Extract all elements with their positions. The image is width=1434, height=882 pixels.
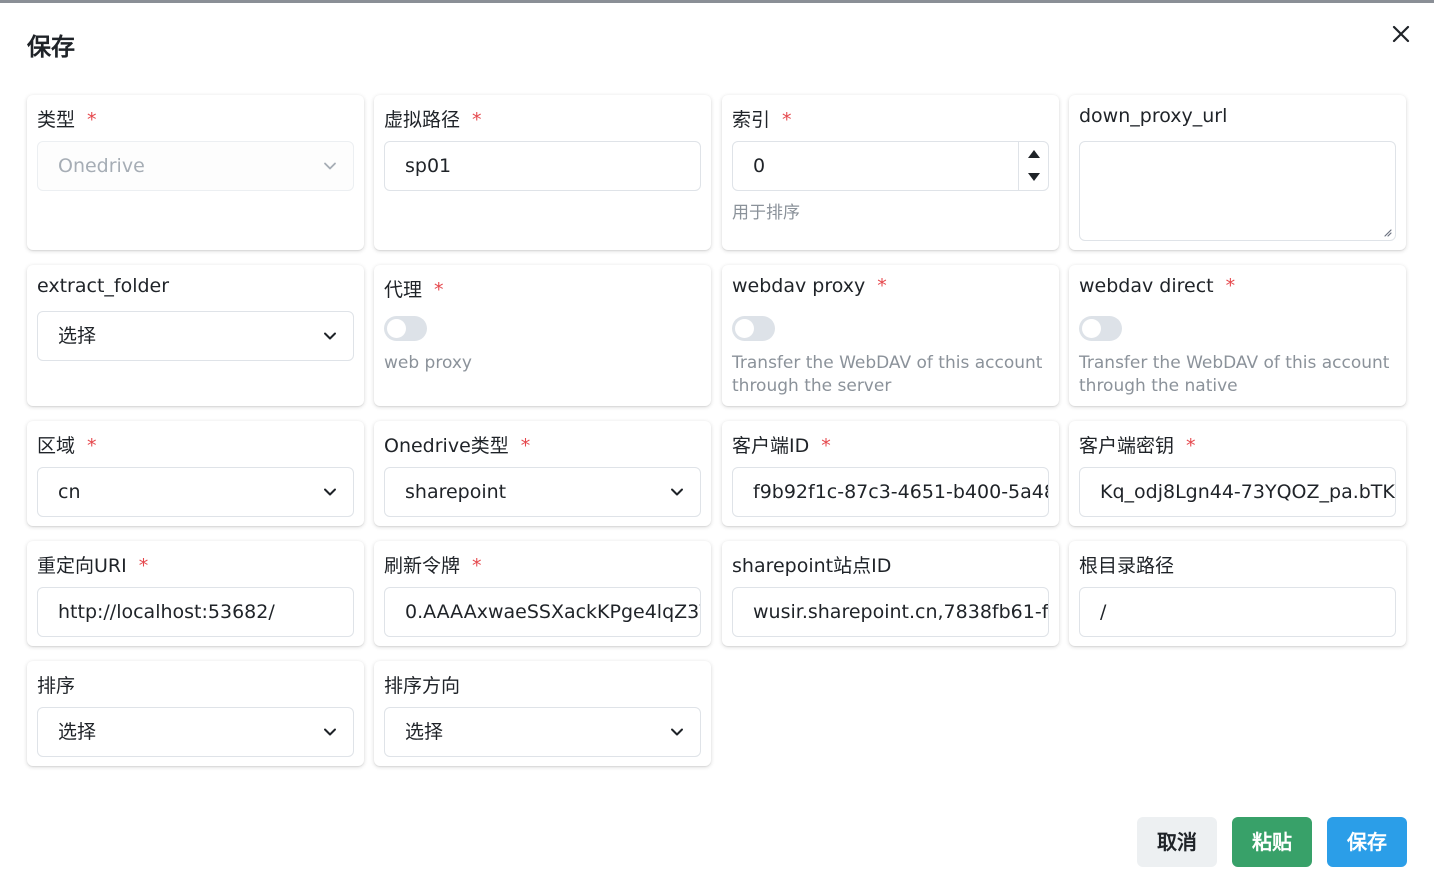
chevron-down-icon [671,728,683,736]
chevron-down-icon [324,162,336,170]
extract-folder-select[interactable]: 选择 [37,311,354,361]
chevron-down-icon [671,488,683,496]
field-label: 客户端密钥 * [1079,435,1196,457]
field-card-down-proxy-url: down_proxy_url [1069,95,1406,250]
resize-handle-icon[interactable] [1382,227,1392,237]
field-label: 类型 * [37,109,97,131]
field-card-order-by: 排序 选择 [27,661,364,766]
field-label: down_proxy_url [1079,105,1228,127]
field-label: 排序 [37,675,76,697]
field-card-onedrive-type: Onedrive类型 * sharepoint [374,421,711,526]
field-label: 根目录路径 [1079,555,1175,577]
field-label: 重定向URI * [37,555,149,577]
mount-path-input[interactable]: sp01 [384,141,701,191]
chevron-down-icon [324,488,336,496]
save-button[interactable]: 保存 [1327,817,1407,867]
site-id-input[interactable]: wusir.sharepoint.cn,7838fb61-f1 [732,587,1049,637]
field-card-webdav-proxy: webdav proxy * Transfer the WebDAV of thi… [722,265,1059,406]
webdav-direct-toggle[interactable] [1079,316,1122,341]
field-label: 索引 * [732,109,792,131]
region-select[interactable]: cn [37,467,354,517]
toggle-knob [1082,319,1101,338]
paste-button[interactable]: 粘贴 [1232,817,1312,867]
close-button[interactable] [1387,20,1415,48]
field-card-webdav-direct: webdav direct * Transfer the WebDAV of th… [1069,265,1406,406]
onedrive-type-select[interactable]: sharepoint [384,467,701,517]
order-number-input[interactable]: 0 [732,141,1049,191]
field-card-order-direction: 排序方向 选择 [374,661,711,766]
client-id-input[interactable]: f9b92f1c-87c3-4651-b400-5a48 [732,467,1049,517]
field-card-site-id: sharepoint站点ID wusir.sharepoint.cn,7838f… [722,541,1059,646]
down-proxy-url-textarea[interactable] [1079,141,1396,241]
field-card-order: 索引 * 0 用于排序 [722,95,1059,250]
field-hint: 用于排序 [732,203,800,223]
dialog-title: 保存 [27,33,75,61]
field-card-root-folder: 根目录路径 / [1069,541,1406,646]
order-by-select[interactable]: 选择 [37,707,354,757]
webdav-proxy-toggle[interactable] [732,316,775,341]
field-label: webdav proxy * [732,275,887,297]
decrement-arrow-icon[interactable] [1026,171,1042,183]
field-label: webdav direct * [1079,275,1236,297]
field-hint: through the server [732,376,892,396]
field-card-region: 区域 * cn [27,421,364,526]
field-card-client-id: 客户端ID * f9b92f1c-87c3-4651-b400-5a48 [722,421,1059,526]
type-select[interactable]: Onedrive [37,141,354,191]
field-label: sharepoint站点ID [732,555,892,577]
chevron-down-icon [324,728,336,736]
client-secret-input[interactable]: Kq_odj8Lgn44-73YQOZ_pa.bTK [1079,467,1396,517]
field-card-redirect-uri: 重定向URI * http://localhost:53682/ [27,541,364,646]
web-proxy-toggle[interactable] [384,316,427,341]
field-label: 区域 * [37,435,97,457]
close-icon [1392,25,1410,43]
chevron-down-icon [324,332,336,340]
cancel-button[interactable]: 取消 [1137,817,1217,867]
toggle-knob [735,319,754,338]
field-label: 代理 * [384,279,444,301]
field-label: Onedrive类型 * [384,435,531,457]
field-hint: Transfer the WebDAV of this account [732,353,1043,373]
increment-arrow-icon[interactable] [1026,148,1042,160]
number-stepper[interactable] [1018,142,1048,190]
field-card-extract-folder: extract_folder 选择 [27,265,364,406]
field-card-client-secret: 客户端密钥 * Kq_odj8Lgn44-73YQOZ_pa.bTK [1069,421,1406,526]
top-border [0,0,1434,3]
field-label: extract_folder [37,275,170,297]
field-label: 客户端ID * [732,435,831,457]
field-hint: through the native [1079,376,1238,396]
toggle-knob [387,319,406,338]
field-hint: Transfer the WebDAV of this account [1079,353,1390,373]
root-folder-input[interactable]: / [1079,587,1396,637]
field-label: 刷新令牌 * [384,555,482,577]
field-card-refresh-token: 刷新令牌 * 0.AAAAxwaeSSXackKPge4lqZ3V [374,541,711,646]
field-label: 虚拟路径 * [384,109,482,131]
refresh-token-input[interactable]: 0.AAAAxwaeSSXackKPge4lqZ3V [384,587,701,637]
order-direction-select[interactable]: 选择 [384,707,701,757]
redirect-uri-input[interactable]: http://localhost:53682/ [37,587,354,637]
field-hint: web proxy [384,353,472,373]
field-card-mount-path: 虚拟路径 * sp01 [374,95,711,250]
field-card-type: 类型 * Onedrive [27,95,364,250]
field-label: 排序方向 [384,675,461,697]
field-card-web-proxy: 代理 * web proxy [374,265,711,406]
